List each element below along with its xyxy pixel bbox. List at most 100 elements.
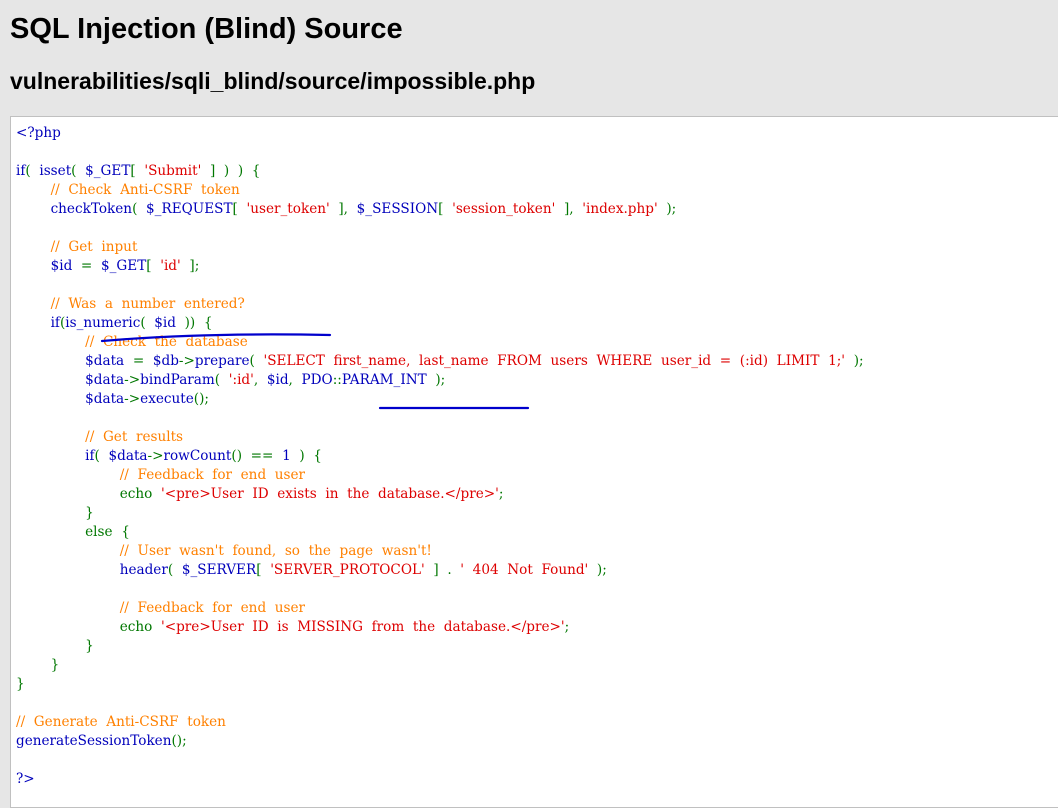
code-token: [ <box>438 201 453 217</box>
code-token: ':id' <box>228 372 254 388</box>
code-token: checkToken <box>16 201 133 217</box>
code-line: $id = $_GET[ 'id' ]; <box>16 257 864 276</box>
code-token: '<pre>User ID is MISSING from the databa… <box>160 619 565 635</box>
code-token: } <box>16 638 94 654</box>
code-token: is_numeric <box>65 315 141 331</box>
code-token: // Get input <box>16 239 138 255</box>
code-token: else { <box>16 524 130 540</box>
code-token: )) { <box>184 315 213 331</box>
code-token: <?php <box>16 125 61 141</box>
code-token: ' 404 Not Found' <box>460 562 589 578</box>
code-token: (); <box>171 733 187 749</box>
code-line: // Generate Anti-CSRF token <box>16 713 864 732</box>
code-line: generateSessionToken(); <box>16 732 864 751</box>
code-token: ( <box>132 201 147 217</box>
code-token: ); <box>657 201 677 217</box>
code-line: } <box>16 675 864 694</box>
code-line: echo '<pre>User ID exists in the databas… <box>16 485 864 504</box>
code-token: 'SELECT first_name, last_name FROM users… <box>263 353 846 369</box>
code-token: // Feedback for end user <box>16 600 306 616</box>
code-token: -> <box>178 353 195 369</box>
code-token: (); <box>193 391 209 407</box>
code-line: if( $data->rowCount() == 1 ) { <box>16 447 864 466</box>
code-token: ); <box>588 562 607 578</box>
code-token: () == <box>231 448 283 464</box>
code-token: bindParam <box>140 372 215 388</box>
code-line: // Check the database <box>16 333 864 352</box>
code-token: $_GET <box>100 258 147 274</box>
code-token: $id <box>154 315 185 331</box>
code-token: '<pre>User ID exists in the database.</p… <box>160 486 499 502</box>
code-line: // Get results <box>16 428 864 447</box>
code-token: ?> <box>16 771 35 787</box>
code-line: if(is_numeric( $id )) { <box>16 314 864 333</box>
code-line: echo '<pre>User ID is MISSING from the d… <box>16 618 864 637</box>
code-token: 1 <box>282 448 300 464</box>
code-line: } <box>16 656 864 675</box>
code-token: ( <box>214 372 229 388</box>
code-token: [ <box>130 163 145 179</box>
code-token: 'Submit' <box>144 163 202 179</box>
code-token: , <box>253 372 267 388</box>
code-token: $_REQUEST <box>146 201 233 217</box>
code-token: $_SESSION <box>356 201 439 217</box>
code-token: 'session_token' <box>452 201 556 217</box>
code-token: isset <box>39 163 72 179</box>
code-token: // Check the database <box>16 334 248 350</box>
code-token: $id <box>266 372 289 388</box>
code-token: [ <box>256 562 271 578</box>
code-token: header <box>16 562 168 578</box>
code-token: ( <box>249 353 264 369</box>
code-line: } <box>16 637 864 656</box>
code-token: if <box>85 448 95 464</box>
code-line: // User wasn't found, so the page wasn't… <box>16 542 864 561</box>
code-line: // Get input <box>16 238 864 257</box>
code-token: -> <box>124 391 141 407</box>
code-token: $_SERVER <box>181 562 257 578</box>
code-token: [ <box>146 258 161 274</box>
code-token: ], <box>329 201 357 217</box>
code-line: checkToken( $_REQUEST[ 'user_token' ], $… <box>16 200 864 219</box>
code-token: $db <box>152 353 179 369</box>
code-token: ; <box>498 486 504 502</box>
code-token: ; <box>564 619 570 635</box>
file-path-heading: vulnerabilities/sqli_blind/source/imposs… <box>10 68 536 94</box>
code-token: rowCount <box>163 448 232 464</box>
code-line: <?php <box>16 124 864 143</box>
code-line: $data->bindParam( ':id', $id, PDO::PARAM… <box>16 371 864 390</box>
code-token: = <box>132 353 153 369</box>
code-line: // Feedback for end user <box>16 599 864 618</box>
code-token: // Check Anti-CSRF token <box>16 182 240 198</box>
code-token: = <box>80 258 101 274</box>
code-token: ); <box>845 353 864 369</box>
code-line: if( isset( $_GET[ 'Submit' ] ) ) { <box>16 162 864 181</box>
code-token: $data <box>16 353 133 369</box>
code-line: $data->execute(); <box>16 390 864 409</box>
code-line: header( $_SERVER[ 'SERVER_PROTOCOL' ] . … <box>16 561 864 580</box>
code-token: ]; <box>180 258 200 274</box>
source-code-panel: <?php if( isset( $_GET[ 'Submit' ] ) ) {… <box>10 116 1058 808</box>
code-token: :: <box>332 372 342 388</box>
code-token: ( <box>25 163 40 179</box>
code-token: , <box>288 372 302 388</box>
code-line: // Check Anti-CSRF token <box>16 181 864 200</box>
code-token: // Generate Anti-CSRF token <box>16 714 226 730</box>
code-token: 'index.php' <box>582 201 658 217</box>
code-token: $data <box>108 448 148 464</box>
code-line: } <box>16 504 864 523</box>
code-token: ( <box>71 163 86 179</box>
code-line: // Feedback for end user <box>16 466 864 485</box>
code-token: // User wasn't found, so the page wasn't… <box>16 543 432 559</box>
code-token: -> <box>124 372 141 388</box>
code-token: $data <box>16 372 125 388</box>
code-line: ?> <box>16 770 864 789</box>
code-token: generateSessionToken <box>16 733 172 749</box>
